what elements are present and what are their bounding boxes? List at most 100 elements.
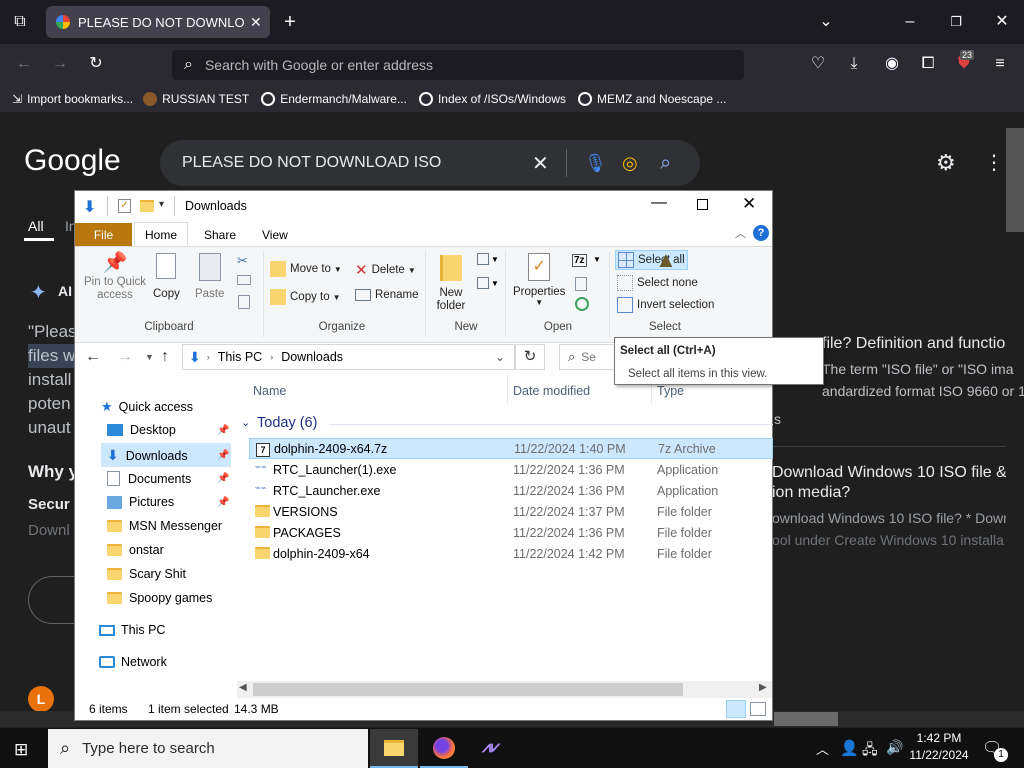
user-status-icon[interactable]: 👤 [840,739,859,757]
select-none-button[interactable]: Select none [617,275,698,291]
taskbar-app[interactable]: ⩘⩗ [470,729,518,768]
customize-quick-access-icon[interactable]: ▾ [159,199,164,210]
rename-button[interactable]: Rename [355,289,418,301]
google-logo[interactable]: Google [24,144,121,178]
easy-access-icon[interactable] [477,277,489,289]
google-search-box[interactable]: PLEASE DO NOT DOWNLOAD ISOS ✕ 🎙 ◎ ⌕ [160,140,700,186]
new-item-icon[interactable] [477,253,489,265]
nav-this-pc[interactable]: This PC [99,623,165,637]
file-row[interactable]: ⌁⌁ RTC_Launcher(1).exe 11/22/2024 1:36 P… [249,459,773,480]
properties-button[interactable]: ✓ Properties ▼ [513,253,565,307]
column-type[interactable]: Type [657,384,684,398]
scroll-thumb[interactable] [253,683,683,696]
move-to-button[interactable]: Move to ▼ [270,261,342,277]
group-header[interactable]: Today (6) [257,415,317,431]
new-folder-button[interactable]: New folder [433,255,469,313]
nav-spoopy-games[interactable]: Spoopy games [107,591,212,605]
clock[interactable]: 1:42 PM 11/22/2024 [906,731,972,762]
browser-tab[interactable]: PLEASE DO NOT DOWNLOAD IS ✕ [46,6,270,38]
extensions-icon[interactable]: ⧠ [916,52,940,76]
paste-button[interactable]: Paste [195,253,224,300]
recent-locations-icon[interactable]: ▼ [145,352,154,362]
tab-share[interactable]: Share [194,223,246,247]
taskbar-search-box[interactable]: ⌕ Type here to search [48,729,368,768]
nav-documents[interactable]: Documents 📌 [107,471,229,486]
search-box[interactable]: ⌕ Se [559,344,619,370]
new-tab-button[interactable]: + [278,10,302,34]
delete-button[interactable]: ✕ Delete ▼ [355,261,416,279]
tab-view[interactable]: View [252,223,298,247]
restore-icon[interactable]: ❐ [944,10,968,34]
close-tab-icon[interactable]: ✕ [250,14,262,31]
file-row[interactable]: dolphin-2409-x64 11/22/2024 1:42 PM File… [249,543,773,564]
address-bar[interactable]: ⬇ › This PC › Downloads ⌄ [182,344,515,370]
properties-quick-icon[interactable]: ✓ [118,199,131,213]
new-item-dropdown-icon[interactable]: ▼ [491,255,499,264]
history-icon[interactable] [575,297,589,311]
page-scroll-thumb[interactable] [774,712,838,726]
breadcrumb-downloads[interactable]: Downloads [281,350,343,364]
result-title[interactable]: file? Definition and functio [822,335,1024,353]
account-icon[interactable]: ◉ [880,52,904,76]
address-dropdown-icon[interactable]: ⌄ [495,350,505,364]
taskbar-file-explorer[interactable] [370,729,418,768]
collapse-group-icon[interactable]: ⌄ [241,416,250,429]
details-view-icon[interactable] [726,700,746,718]
nav-msn-messenger[interactable]: MSN Messenger [107,519,222,533]
tab-list-icon[interactable]: ⧉ [8,10,32,34]
network-tray-icon[interactable]: 🖧 [862,739,878,763]
taskbar-firefox[interactable] [420,729,468,768]
scroll-right-icon[interactable]: ▶ [759,682,767,693]
copy-to-button[interactable]: Copy to ▼ [270,289,341,305]
bookmark-import[interactable]: ⇲ Import bookmarks... [12,92,133,106]
up-icon[interactable]: ↑ [161,348,169,366]
bookmark-index-isos[interactable]: Index of /ISOs/Windows [418,92,566,106]
voice-search-icon[interactable]: 🎙 [584,153,607,174]
bookmark-russian-test[interactable]: RUSSIAN TEST [143,92,249,106]
edit-icon[interactable] [575,277,587,291]
open-with-7z-icon[interactable]: 7z [572,254,587,267]
column-date[interactable]: Date modified [513,384,590,398]
bookmark-memz[interactable]: MEMZ and Noescape ... [578,92,726,106]
copy-path-icon[interactable] [237,275,251,285]
search-submit-icon[interactable]: ⌕ [660,152,671,175]
file-row[interactable]: PACKAGES 11/22/2024 1:36 PM File folder [249,522,773,543]
nav-quick-access[interactable]: ★ Quick access [101,399,193,415]
tab-all[interactable]: All [28,218,44,234]
large-icons-view-icon[interactable] [750,702,766,716]
clear-search-icon[interactable]: ✕ [532,151,549,176]
forward-icon[interactable]: → [117,348,133,366]
forward-icon[interactable]: → [48,52,72,76]
volume-icon[interactable]: 🔊 [886,739,903,756]
settings-gear-icon[interactable]: ⚙ [936,150,956,176]
avatar[interactable]: L [28,686,54,712]
nav-pictures[interactable]: Pictures 📌 [107,495,229,509]
open-dropdown-icon[interactable]: ▼ [593,255,601,264]
lens-icon[interactable]: ◎ [622,153,638,174]
collapse-ribbon-icon[interactable]: ︿ [735,225,746,241]
file-row[interactable]: ⌁⌁ RTC_Launcher.exe 11/22/2024 1:36 PM A… [249,480,773,501]
paste-shortcut-icon[interactable] [238,295,250,309]
nav-onstar[interactable]: onstar [107,543,164,557]
column-name[interactable]: Name [253,384,286,398]
maximize-icon[interactable] [697,199,708,210]
list-all-tabs-icon[interactable]: ⌄ [814,10,838,34]
tab-file[interactable]: File [75,223,132,247]
nav-scary-shit[interactable]: Scary Shit [107,567,186,581]
nav-network[interactable]: Network [99,655,167,669]
back-icon[interactable]: ← [85,348,101,366]
easy-access-dropdown-icon[interactable]: ▼ [491,279,499,288]
menu-icon[interactable]: ≡ [988,52,1012,76]
result-title[interactable]: Download Windows 10 ISO file & [772,464,1006,482]
page-scrollbar[interactable] [1006,128,1024,232]
pocket-icon[interactable]: ♡ [806,52,830,76]
cut-icon[interactable]: ✂ [237,253,248,269]
copy-button[interactable]: Copy [153,253,180,300]
tab-home[interactable]: Home [134,222,189,247]
close-window-icon[interactable]: ✕ [990,10,1014,34]
result-title[interactable]: ion media? [772,484,850,502]
pin-quick-access-button[interactable]: 📌 Pin to Quick access [83,253,147,302]
new-folder-quick-icon[interactable] [140,200,154,212]
minimize-icon[interactable]: – [898,10,922,34]
nav-downloads[interactable]: ⬇ Downloads 📌 [107,447,229,464]
